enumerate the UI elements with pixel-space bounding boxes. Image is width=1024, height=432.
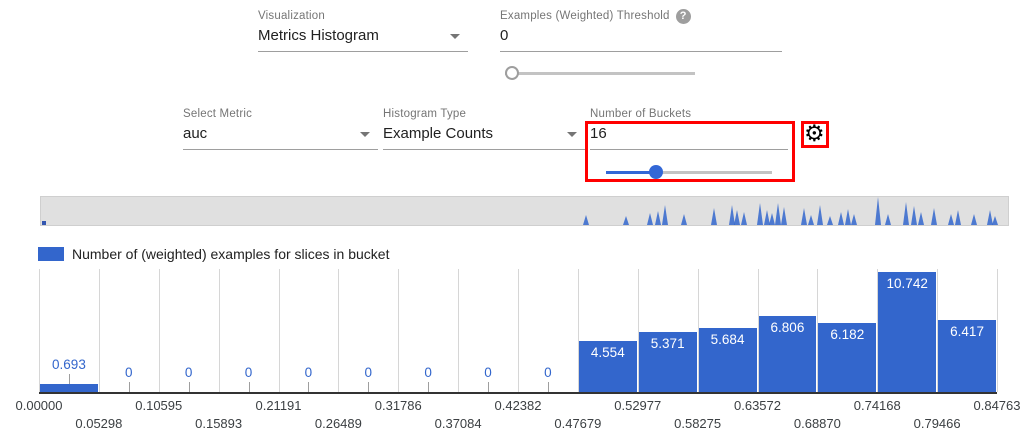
x-tick-label: 0.05298	[75, 416, 122, 431]
bar-value-label: 0	[125, 365, 133, 380]
x-tick-label: 0.68870	[794, 416, 841, 431]
bar-label-stem	[249, 382, 250, 392]
metrics-histogram-panel: Visualization Metrics Histogram Examples…	[0, 0, 1024, 432]
x-tick-label: 0.10595	[135, 398, 182, 413]
bar-label-stem	[488, 382, 489, 392]
metrics-histogram-chart: 0.693 0 0 0 0 0 0 0 0 4.554 5.371 5.684 6.806 6.182 10…	[0, 0, 1024, 432]
bar-value-label: 0	[484, 365, 492, 380]
chart-gridline	[159, 269, 160, 392]
bar-label-stem	[69, 374, 70, 384]
bar-value-label: 5.371	[651, 336, 685, 351]
bar-value-label: 5.684	[711, 332, 745, 347]
x-tick-label: 0.37084	[435, 416, 482, 431]
bar-value-label: 6.806	[771, 320, 805, 335]
chart-gridline	[518, 269, 519, 392]
chart-gridline	[279, 269, 280, 392]
x-tick-label: 0.42382	[495, 398, 542, 413]
bar-value-label: 6.417	[950, 324, 984, 339]
bar-label-stem	[548, 382, 549, 392]
chart-x-axis	[39, 392, 997, 394]
x-tick-label: 0.31786	[375, 398, 422, 413]
bar-value-label: 0.693	[52, 357, 86, 372]
chart-gridline	[39, 269, 40, 392]
bar-value-label: 4.554	[591, 345, 625, 360]
x-tick-label: 0.15893	[195, 416, 242, 431]
chart-gridline	[458, 269, 459, 392]
bar-value-label: 0	[544, 365, 552, 380]
x-tick-label: 0.26489	[315, 416, 362, 431]
bar-label-stem	[368, 382, 369, 392]
x-tick-label: 0.74168	[854, 398, 901, 413]
bar-label-stem	[189, 382, 190, 392]
x-tick-label: 0.58275	[674, 416, 721, 431]
bar-label-stem	[428, 382, 429, 392]
histogram-bar[interactable]	[40, 384, 98, 392]
bar-value-label: 10.742	[887, 276, 928, 291]
bar-value-label: 0	[185, 365, 193, 380]
x-tick-label: 0.00000	[16, 398, 63, 413]
x-tick-label: 0.63572	[734, 398, 781, 413]
chart-gridline	[997, 269, 998, 392]
x-tick-label: 0.84763	[974, 398, 1021, 413]
x-tick-label: 0.79466	[914, 416, 961, 431]
bar-value-label: 0	[424, 365, 432, 380]
x-tick-label: 0.21191	[255, 398, 301, 413]
bar-value-label: 0	[245, 365, 253, 380]
x-tick-label: 0.47679	[554, 416, 601, 431]
bar-label-stem	[308, 382, 309, 392]
bar-value-label: 0	[365, 365, 373, 380]
chart-gridline	[338, 269, 339, 392]
bar-label-stem	[129, 382, 130, 392]
bar-value-label: 6.182	[830, 327, 864, 342]
x-tick-label: 0.52977	[614, 398, 661, 413]
chart-gridline	[398, 269, 399, 392]
bar-value-label: 0	[305, 365, 313, 380]
chart-gridline	[219, 269, 220, 392]
chart-gridline	[99, 269, 100, 392]
